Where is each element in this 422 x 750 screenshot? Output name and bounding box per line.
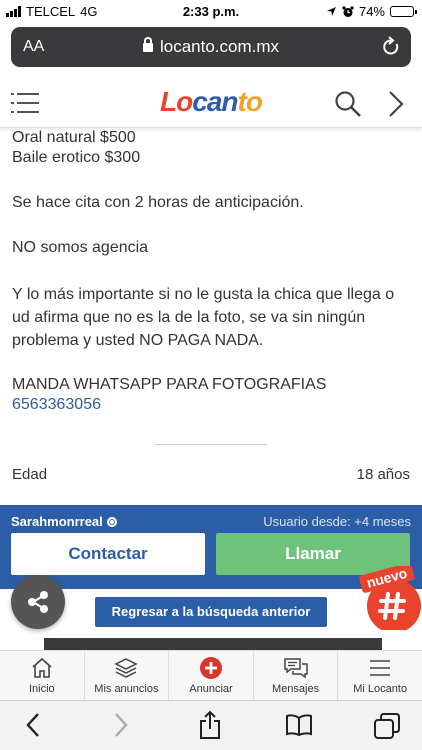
forward-icon[interactable] — [113, 712, 129, 738]
share-sheet-icon[interactable] — [198, 710, 222, 740]
member-since: Usuario desde: +4 meses — [263, 514, 411, 529]
age-label: Edad — [12, 466, 48, 483]
browser-chrome: AA locanto.com.mx — [0, 24, 422, 76]
menu-icon — [370, 660, 391, 676]
listing-photo[interactable] — [44, 638, 382, 650]
divider — [155, 444, 267, 445]
listing-description: Oral natural $500 Baile erotico $300 Se … — [12, 128, 412, 415]
tab-label: Inicio — [28, 683, 55, 695]
tabs-icon[interactable] — [373, 712, 401, 740]
hashtag-bubble-icon: nuevo — [359, 562, 421, 633]
listing-line: Se hace cita con 2 horas de anticipación… — [12, 194, 304, 211]
listing-line: NO somos agencia — [12, 239, 149, 256]
tab-mensajes[interactable]: Mensajes — [254, 651, 339, 700]
back-icon[interactable] — [25, 712, 41, 738]
search-icon[interactable] — [334, 90, 362, 118]
status-right: 74% — [326, 4, 417, 19]
alarm-icon — [342, 5, 354, 17]
tab-bar: Inicio Mis anuncios Anunciar Mensajes Mi… — [0, 650, 422, 700]
tab-inicio[interactable]: Inicio — [0, 651, 85, 700]
new-post-badge[interactable]: nuevo — [358, 562, 422, 633]
age-value: 18 años — [356, 466, 410, 483]
tab-mis-anuncios[interactable]: Mis anuncios — [85, 651, 170, 700]
battery-percent: 74% — [358, 4, 385, 19]
status-bar: TELCEL 4G 2:33 p.m. 74% — [0, 0, 422, 24]
chat-icon — [283, 658, 308, 679]
location-icon — [326, 7, 336, 16]
listing-line: MANDA WHATSAPP PARA FOTOGRAFIAS — [12, 376, 327, 393]
battery-icon — [390, 6, 417, 17]
stack-icon — [114, 658, 139, 678]
tab-label: Mi Locanto — [353, 683, 408, 695]
phone-link[interactable]: 6563363056 — [12, 395, 412, 415]
tab-anunciar[interactable]: Anunciar — [169, 651, 254, 700]
site-header: Locanto — [0, 76, 422, 128]
listing-line: Baile erotico $300 — [12, 149, 141, 166]
tab-label: Mis anuncios — [94, 683, 159, 695]
online-status-icon — [106, 516, 117, 527]
browser-toolbar — [0, 700, 422, 750]
url-field[interactable]: locanto.com.mx — [11, 37, 411, 57]
age-row: Edad 18 años — [12, 466, 410, 483]
bookmarks-icon[interactable] — [285, 714, 313, 736]
reload-icon[interactable] — [381, 36, 401, 58]
listing-line: Y lo más importante si no le gusta la ch… — [12, 286, 395, 349]
address-bar[interactable]: AA locanto.com.mx — [11, 27, 411, 67]
lock-icon — [142, 37, 153, 52]
contact-button[interactable]: Contactar — [11, 533, 205, 575]
share-button[interactable] — [11, 575, 65, 629]
seller-name[interactable]: Sarahmonrreal — [11, 514, 117, 529]
chevron-right-icon[interactable] — [388, 90, 404, 118]
share-icon — [28, 591, 48, 613]
url-text: locanto.com.mx — [159, 37, 280, 56]
plus-circle-icon — [199, 657, 222, 679]
tab-label: Anunciar — [189, 683, 233, 695]
tab-label: Mensajes — [272, 683, 320, 695]
home-icon — [32, 657, 52, 678]
tab-mi-locanto[interactable]: Mi Locanto — [338, 651, 422, 700]
listing-line: Oral natural $500 — [12, 129, 136, 146]
back-to-search-button[interactable]: Regresar a la búsqueda anterior — [95, 597, 327, 627]
